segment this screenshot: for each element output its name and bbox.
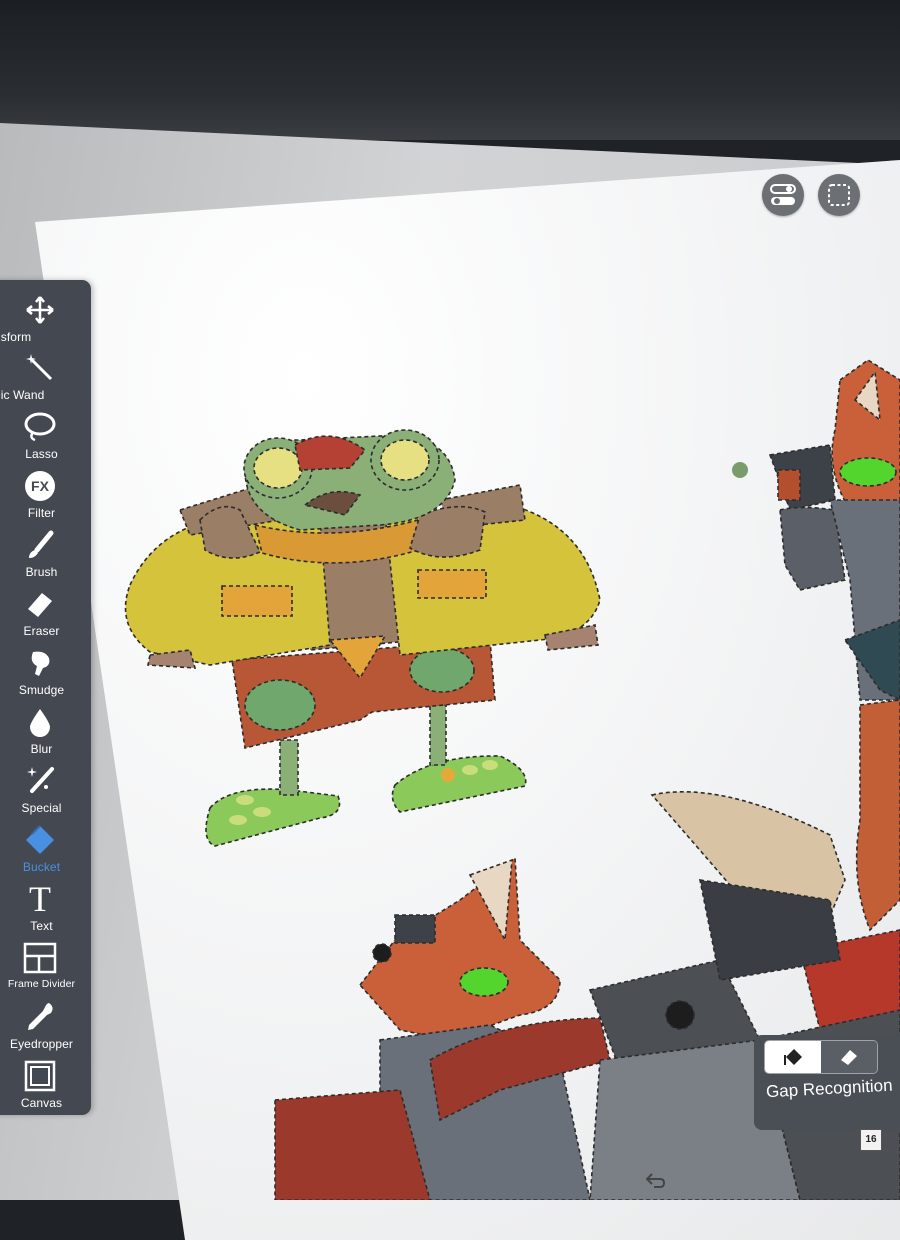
page-count-badge[interactable]: 16 [860,1129,882,1151]
tool-smudge[interactable]: Smudge [0,643,91,699]
fill-mode-option[interactable] [765,1041,821,1073]
move-arrows-icon [20,294,60,326]
gap-recognition-panel: Gap Recognition [754,1035,900,1130]
back-arrow-icon[interactable] [644,1170,666,1195]
tool-filter[interactable]: FX Filter [0,466,91,522]
tool-eraser[interactable]: Eraser [0,584,91,640]
tool-label: Eraser [23,624,60,638]
tool-special[interactable]: Special [0,761,91,817]
tool-label: Special [21,801,62,815]
frog-character [124,429,601,847]
fill-mode-toggle[interactable] [764,1040,878,1074]
tool-label: Filter [27,506,56,520]
tool-transform[interactable]: nsform [0,290,91,346]
tool-label: Bucket [22,860,61,874]
magic-wand-icon [20,352,60,384]
tool-canvas[interactable]: Canvas [0,1056,91,1112]
tool-bucket[interactable]: Bucket [0,820,91,876]
tool-label: Brush [25,565,58,579]
droplet-icon [20,706,60,738]
erase-fill-option[interactable] [821,1041,877,1073]
fox-character-bottom [274,856,900,1200]
tool-frame-divider[interactable]: Frame Divider [0,938,91,994]
toggle-settings-icon[interactable] [762,174,804,216]
eraser-icon [20,588,60,620]
tool-lasso[interactable]: Lasso [0,407,91,463]
tool-eyedropper[interactable]: Eyedropper [0,997,91,1053]
tool-label: Smudge [18,683,65,697]
frame-divider-icon [20,942,60,974]
lasso-icon [20,411,60,443]
tool-label: Lasso [25,447,58,461]
text-t-icon: T [28,879,52,919]
paint-bucket-icon [20,824,60,856]
tool-label: Canvas [20,1096,63,1110]
brush-icon [20,529,60,561]
selection-frame-icon[interactable] [818,174,860,216]
tool-label: nsform [0,330,32,344]
tool-text[interactable]: T Text [0,879,91,935]
tool-brush[interactable]: Brush [0,525,91,581]
tool-label: gic Wand [0,388,45,402]
tool-label: Text [30,919,53,933]
sparkle-pen-icon [20,765,60,797]
eyedropper-icon [20,1001,60,1033]
tool-magic-wand[interactable]: gic Wand [0,348,91,404]
tool-label: Blur [30,742,53,756]
eraser-icon [841,1050,857,1065]
fx-filter-icon: FX [20,470,60,502]
smudge-finger-icon [20,647,60,679]
tool-label: Eyedropper [9,1037,74,1051]
canvas-square-icon [20,1060,60,1092]
tool-sidebar: nsform gic Wand Lasso FX Filter Brush Er… [0,280,91,1115]
bucket-fill-icon [784,1049,802,1065]
gap-recognition-label: Gap Recognition [765,1075,894,1102]
tool-blur[interactable]: Blur [0,702,91,758]
tool-label: Frame Divider [7,978,76,990]
